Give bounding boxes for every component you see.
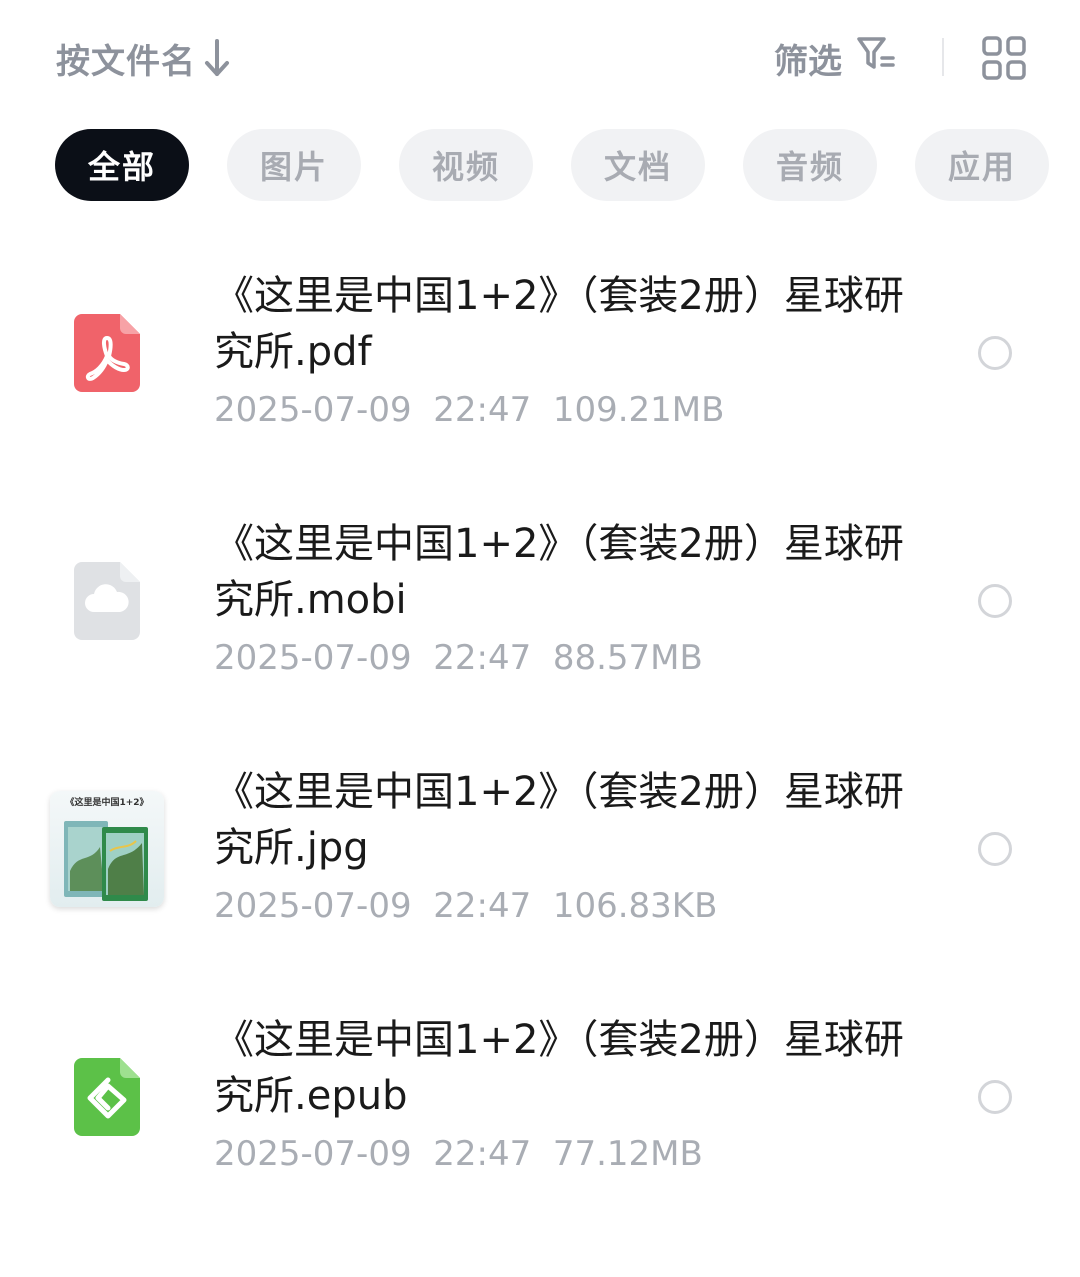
tab-audio[interactable]: 音频: [743, 129, 877, 201]
tab-apps[interactable]: 应用: [915, 129, 1049, 201]
file-name: 《这里是中国1+2》（套装2册）星球研究所.jpg: [214, 769, 904, 871]
sort-button[interactable]: 按文件名: [56, 34, 230, 82]
tab-documents[interactable]: 文档: [571, 129, 705, 201]
file-row[interactable]: 《这里是中国1+2》 《这里是中国1+2》（套装2册）星球研究所.jpg 202…: [0, 736, 1080, 984]
file-meta: 2025-07-09 22:47 77.12MB: [214, 1134, 703, 1174]
file-size: 88.57MB: [552, 638, 703, 678]
filter-icon: [856, 34, 896, 83]
toolbar-divider: [942, 38, 944, 76]
file-time: 22:47: [433, 390, 532, 430]
file-meta: 2025-07-09 22:47 88.57MB: [214, 638, 703, 678]
arrow-down-icon: [204, 38, 230, 78]
select-radio[interactable]: [978, 336, 1012, 370]
grid-view-icon[interactable]: [980, 34, 1028, 82]
select-radio[interactable]: [978, 584, 1012, 618]
filter-button[interactable]: 筛选: [774, 34, 896, 82]
file-date: 2025-07-09: [214, 390, 412, 430]
select-radio[interactable]: [978, 832, 1012, 866]
file-size: 77.12MB: [552, 1134, 703, 1174]
file-time: 22:47: [433, 638, 532, 678]
image-thumbnail: 《这里是中国1+2》: [50, 791, 164, 907]
tab-videos[interactable]: 视频: [399, 129, 533, 201]
file-meta: 2025-07-09 22:47 106.83KB: [214, 886, 717, 926]
file-row[interactable]: 《这里是中国1+2》（套装2册）星球研究所.mobi 2025-07-09 22…: [0, 488, 1080, 736]
file-size: 109.21MB: [552, 390, 725, 430]
file-name: 《这里是中国1+2》（套装2册）星球研究所.mobi: [214, 521, 904, 623]
sort-label: 按文件名: [56, 41, 196, 82]
epub-icon: [74, 1058, 140, 1140]
filter-label: 筛选: [774, 41, 842, 82]
select-radio[interactable]: [978, 1080, 1012, 1114]
cloud-file-icon: [74, 562, 140, 644]
file-name: 《这里是中国1+2》（套装2册）星球研究所.epub: [214, 1017, 904, 1119]
file-date: 2025-07-09: [214, 886, 412, 926]
category-tabs: 全部 图片 视频 文档 音频 应用: [55, 129, 1049, 201]
file-date: 2025-07-09: [214, 1134, 412, 1174]
toolbar: 按文件名 筛选: [0, 0, 1080, 112]
file-list: 《这里是中国1+2》（套装2册）星球研究所.pdf 2025-07-09 22:…: [0, 240, 1080, 1232]
tab-all[interactable]: 全部: [55, 129, 189, 201]
pdf-icon: [74, 314, 140, 396]
file-meta: 2025-07-09 22:47 109.21MB: [214, 390, 724, 430]
file-time: 22:47: [433, 886, 532, 926]
tab-images[interactable]: 图片: [227, 129, 361, 201]
file-name: 《这里是中国1+2》（套装2册）星球研究所.pdf: [214, 273, 904, 375]
file-row[interactable]: 《这里是中国1+2》（套装2册）星球研究所.epub 2025-07-09 22…: [0, 984, 1080, 1232]
file-time: 22:47: [433, 1134, 532, 1174]
file-manager-screen: 按文件名 筛选 全部 图片 视频 文档 音频 应用 《这里是中国1+2》（套装2…: [0, 0, 1080, 1277]
file-size: 106.83KB: [552, 886, 718, 926]
file-date: 2025-07-09: [214, 638, 412, 678]
file-row[interactable]: 《这里是中国1+2》（套装2册）星球研究所.pdf 2025-07-09 22:…: [0, 240, 1080, 488]
